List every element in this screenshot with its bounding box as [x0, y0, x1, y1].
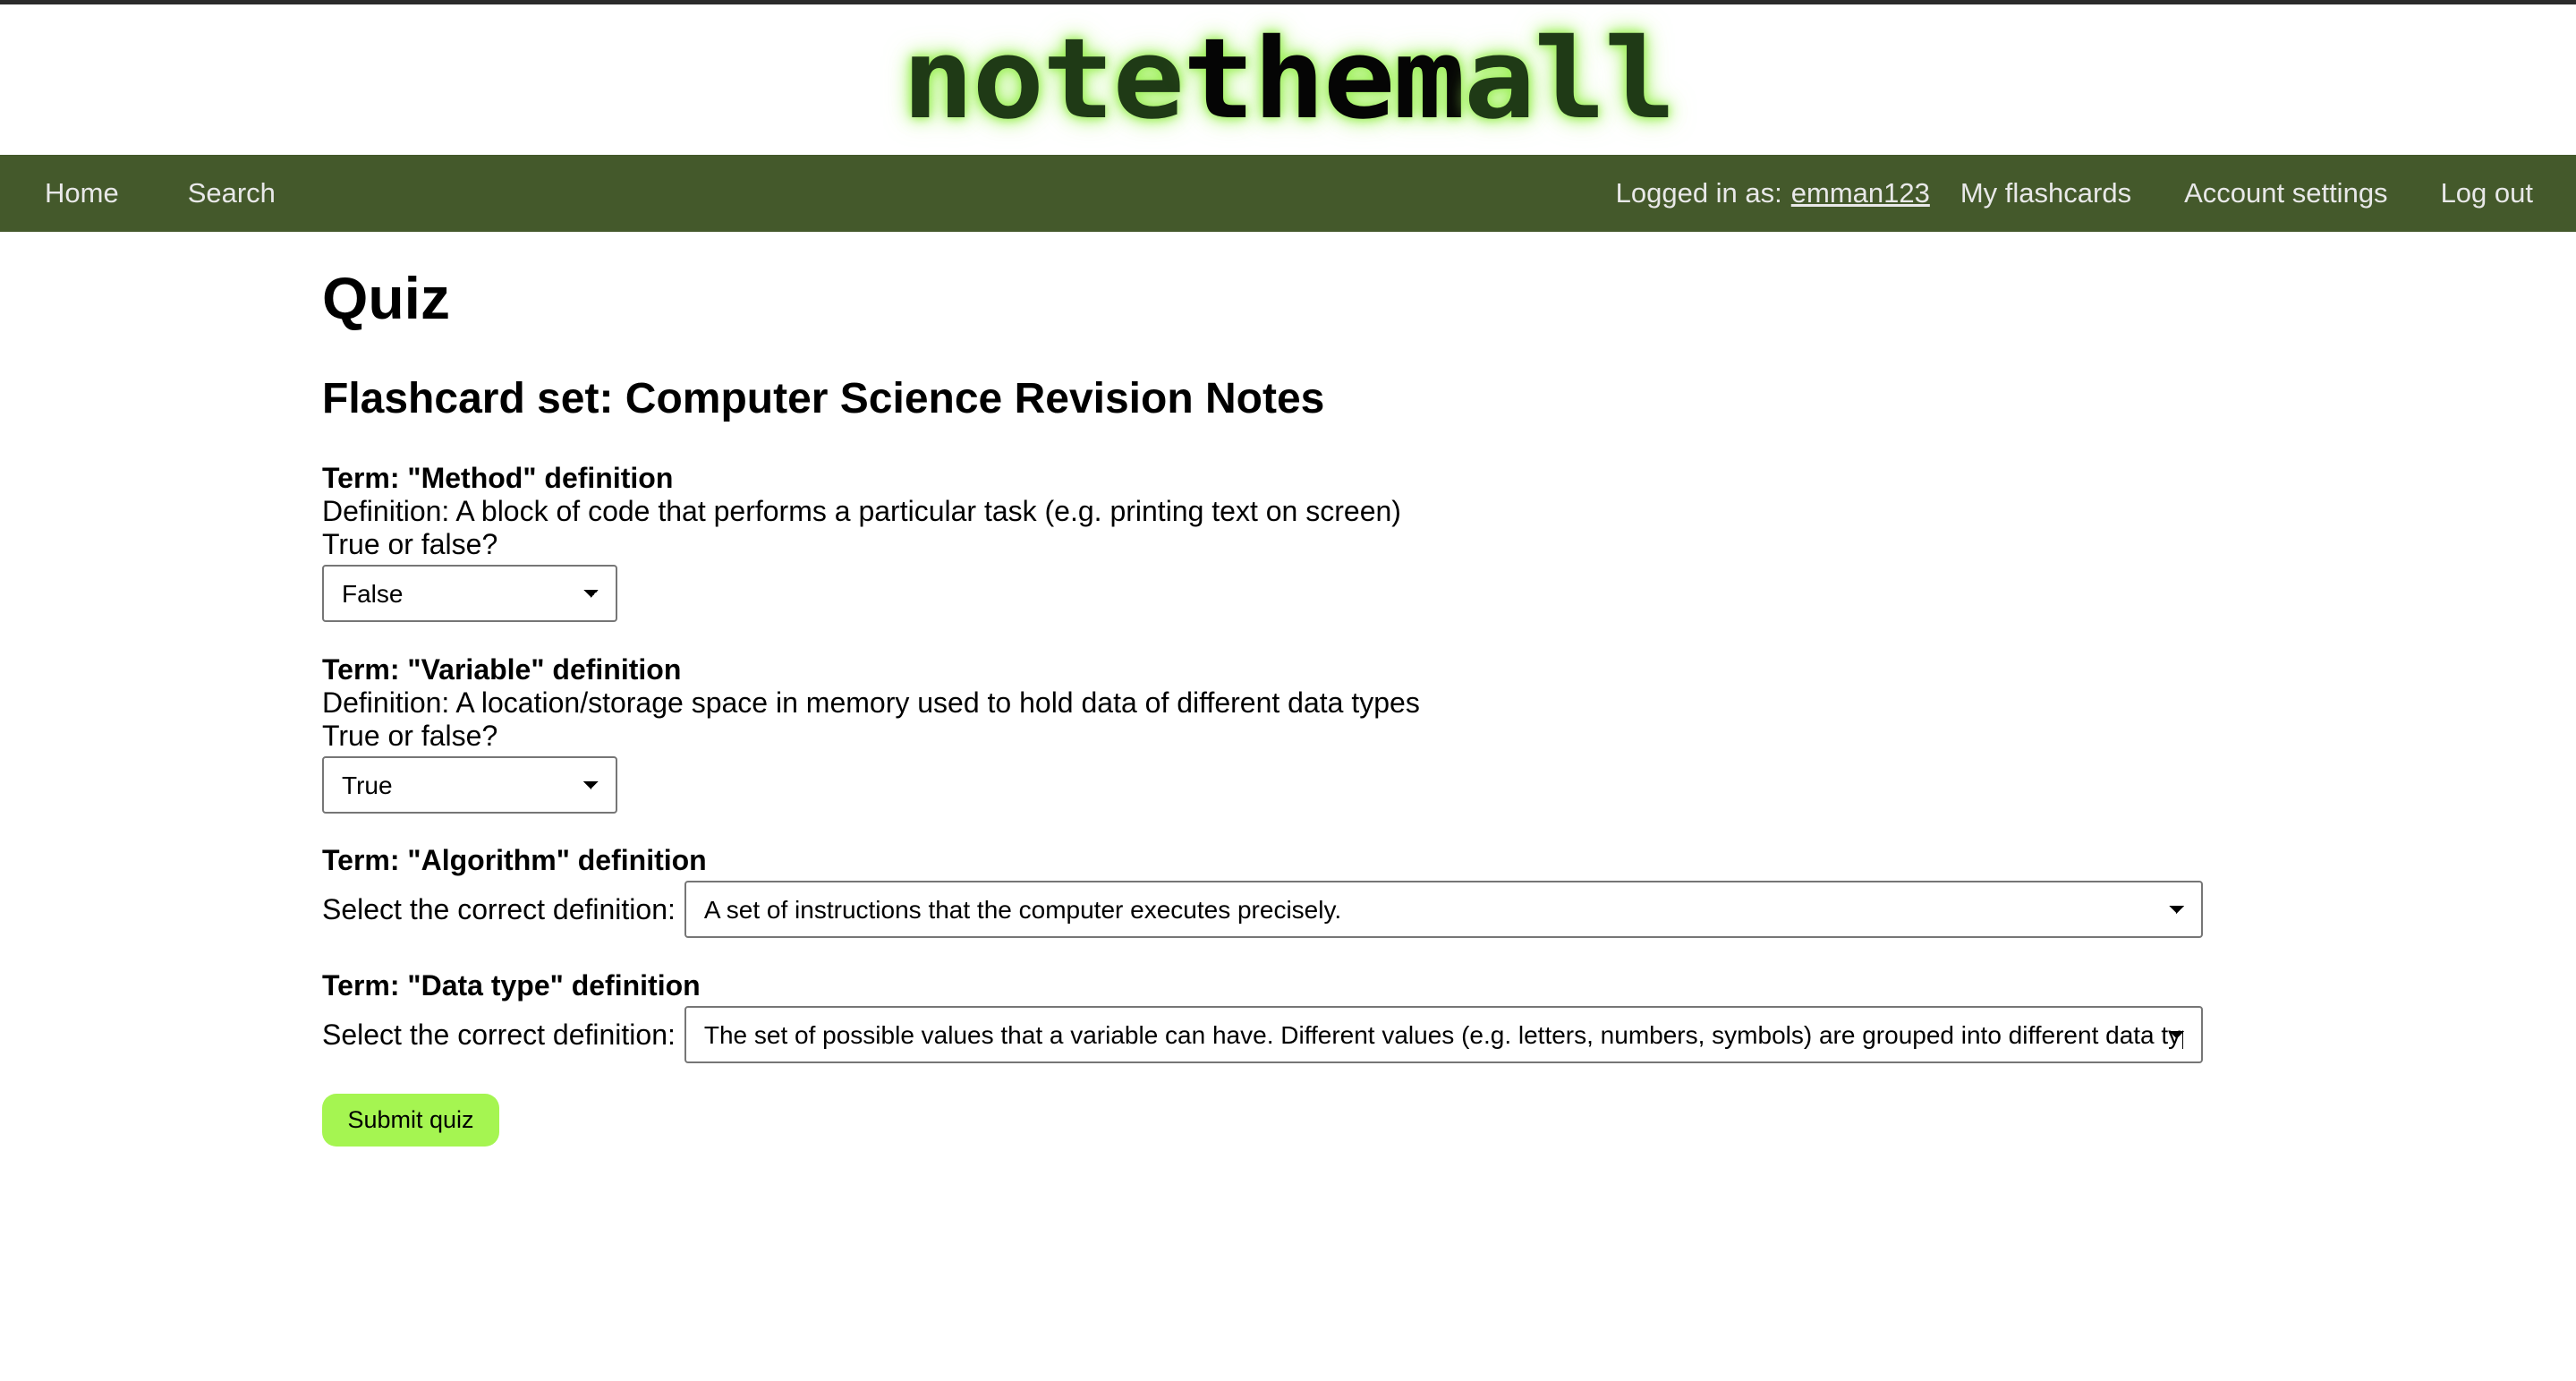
nav-right: Logged in as: emman123 My flashcards Acc…: [1616, 177, 2533, 209]
question-3: Term: "Algorithm" definition Select the …: [322, 844, 2203, 938]
site-logo[interactable]: notethemall: [902, 24, 1676, 135]
true-false-select[interactable]: True: [322, 756, 617, 814]
page-title: Quiz: [322, 265, 450, 331]
logo-part-note: note: [901, 15, 1185, 144]
logo-part-them: them: [1182, 15, 1466, 144]
question-2: Term: "Variable" definition Definition: …: [322, 653, 1420, 814]
flashcard-set-title: Flashcard set: Computer Science Revision…: [322, 375, 1325, 422]
definition-select[interactable]: The set of possible values that a variab…: [684, 1006, 2203, 1063]
question-4: Term: "Data type" definition Select the …: [322, 969, 2203, 1063]
question-term: Term: "Method" definition: [322, 462, 674, 494]
definition-select[interactable]: A set of instructions that the computer …: [684, 881, 2203, 938]
logged-in-label: Logged in as:: [1615, 177, 1782, 209]
nav-account-settings-link[interactable]: Account settings: [2184, 177, 2387, 209]
main-nav: Home Search Logged in as: emman123 My fl…: [0, 155, 2576, 232]
true-false-select[interactable]: False: [322, 565, 617, 622]
nav-search-link[interactable]: Search: [188, 177, 276, 209]
question-term: Term: "Variable" definition: [322, 653, 682, 686]
nav-home-link[interactable]: Home: [45, 177, 119, 209]
question-definition: Definition: A location/storage space in …: [322, 686, 1420, 719]
question-1: Term: "Method" definition Definition: A …: [322, 462, 1401, 622]
question-prompt: Select the correct definition:: [322, 1018, 676, 1051]
nav-left: Home Search: [45, 177, 276, 209]
question-prompt: True or false?: [322, 720, 498, 752]
question-term: Term: "Data type" definition: [322, 969, 701, 1002]
nav-my-flashcards-link[interactable]: My flashcards: [1960, 177, 2131, 209]
username-link[interactable]: emman123: [1791, 177, 1930, 209]
logo-part-all: all: [1463, 15, 1677, 144]
question-definition: Definition: A block of code that perform…: [322, 495, 1401, 527]
definition-row: Select the correct definition: A set of …: [322, 881, 2203, 938]
question-term: Term: "Algorithm" definition: [322, 844, 707, 876]
question-prompt: Select the correct definition:: [322, 892, 676, 925]
definition-row: Select the correct definition: The set o…: [322, 1006, 2203, 1063]
site-header: notethemall: [0, 4, 2576, 155]
submit-quiz-button[interactable]: Submit quiz: [322, 1094, 499, 1147]
question-prompt: True or false?: [322, 528, 498, 560]
nav-log-out-link[interactable]: Log out: [2441, 177, 2533, 209]
